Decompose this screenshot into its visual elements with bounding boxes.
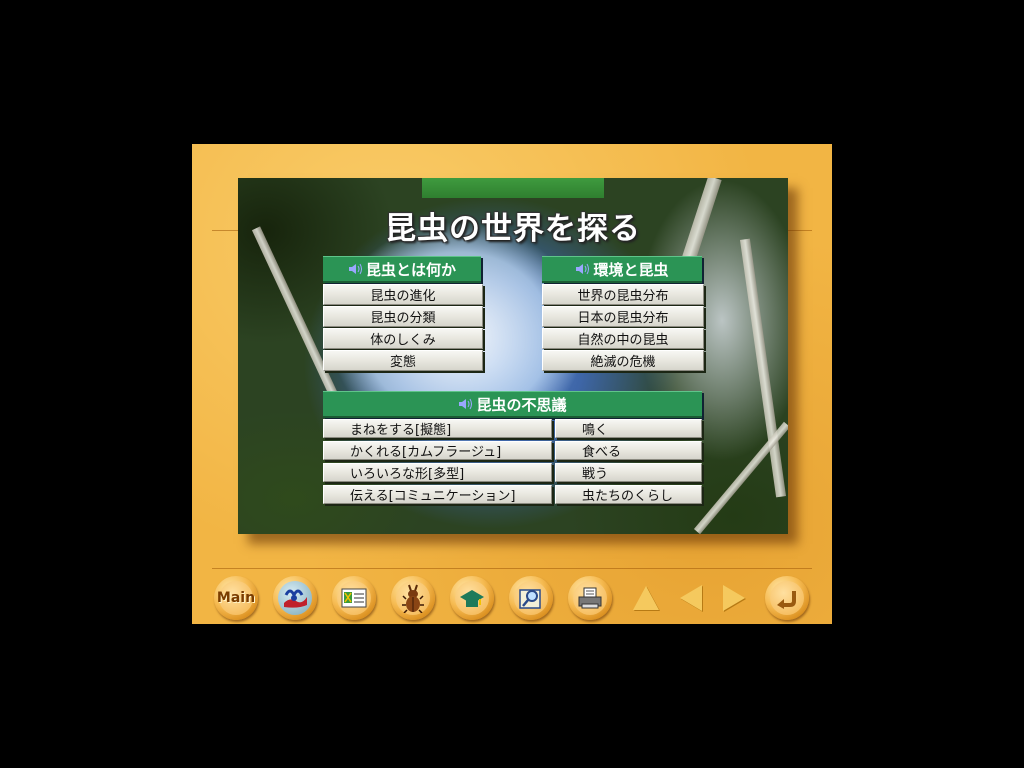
menu-item-camouflage[interactable]: かくれる[カムフラージュ]: [323, 441, 552, 460]
section-header-wonders[interactable]: 昆虫の不思議: [323, 391, 702, 418]
school-icon: [460, 590, 484, 607]
main-button-label: Main: [216, 590, 256, 606]
menu-item-classification[interactable]: 昆虫の分類: [323, 306, 483, 327]
return-icon: [777, 591, 796, 609]
prev-arrow-icon[interactable]: [680, 585, 702, 611]
menu-item-mimicry[interactable]: まねをする[擬態]: [323, 419, 552, 438]
menu-item-metamorphosis[interactable]: 変態: [323, 350, 483, 371]
book-search-icon: [519, 589, 541, 609]
school-button[interactable]: [450, 576, 494, 620]
beetle-icon: [402, 584, 424, 613]
divider-line: [212, 230, 238, 231]
insect-world-icon: [284, 589, 307, 608]
menu-item-japan-distribution[interactable]: 日本の昆虫分布: [542, 306, 704, 327]
menu-item-evolution[interactable]: 昆虫の進化: [323, 284, 483, 305]
beetle-button[interactable]: [391, 576, 435, 620]
menu-item-polymorphism[interactable]: いろいろな形[多型]: [323, 463, 552, 482]
section-header-about[interactable]: 昆虫とは何か: [323, 256, 481, 283]
up-arrow-icon[interactable]: [633, 586, 659, 610]
main-button[interactable]: Main: [214, 576, 258, 620]
next-arrow-icon[interactable]: [723, 585, 745, 611]
menu-item-insects-in-nature[interactable]: 自然の中の昆虫: [542, 328, 704, 349]
app-frame: 昆虫の世界を探る 昆虫とは何か 昆虫の進化 昆虫の分類 体のしくみ 変態 環境と…: [192, 144, 832, 624]
bottom-toolbar: Main: [192, 572, 832, 624]
menu-item-fighting[interactable]: 戦う: [555, 463, 702, 482]
insect-world-button[interactable]: [273, 576, 317, 620]
divider-line: [212, 568, 812, 569]
menu-item-world-distribution[interactable]: 世界の昆虫分布: [542, 284, 704, 305]
card-button[interactable]: [332, 576, 376, 620]
menu-item-communication[interactable]: 伝える[コミュニケーション]: [323, 485, 552, 504]
divider-line: [786, 230, 812, 231]
menu-item-insect-life[interactable]: 虫たちのくらし: [555, 485, 702, 504]
menu-item-eating[interactable]: 食べる: [555, 441, 702, 460]
printer-icon: [578, 587, 602, 609]
menu-item-extinction-crisis[interactable]: 絶滅の危機: [542, 350, 704, 371]
speaker-icon: [348, 263, 362, 275]
speaker-icon: [576, 263, 590, 275]
section-header-environment[interactable]: 環境と昆虫: [542, 256, 702, 283]
section-header-label: 昆虫とは何か: [365, 260, 456, 279]
title-accent-bar: [422, 178, 604, 198]
menu-item-body-structure[interactable]: 体のしくみ: [323, 328, 483, 349]
section-header-label: 昆虫の不思議: [476, 395, 567, 414]
section-header-label: 環境と昆虫: [593, 260, 669, 279]
page-title: 昆虫の世界を探る: [385, 211, 641, 247]
book-search-button[interactable]: [509, 576, 553, 620]
menu-item-chirping[interactable]: 鳴く: [555, 419, 702, 438]
print-button[interactable]: [568, 576, 612, 620]
forest-canopy-background: 昆虫の世界を探る 昆虫とは何か 昆虫の進化 昆虫の分類 体のしくみ 変態 環境と…: [238, 178, 788, 534]
return-button[interactable]: [765, 576, 809, 620]
card-icon: [341, 588, 367, 608]
speaker-icon: [459, 398, 473, 410]
